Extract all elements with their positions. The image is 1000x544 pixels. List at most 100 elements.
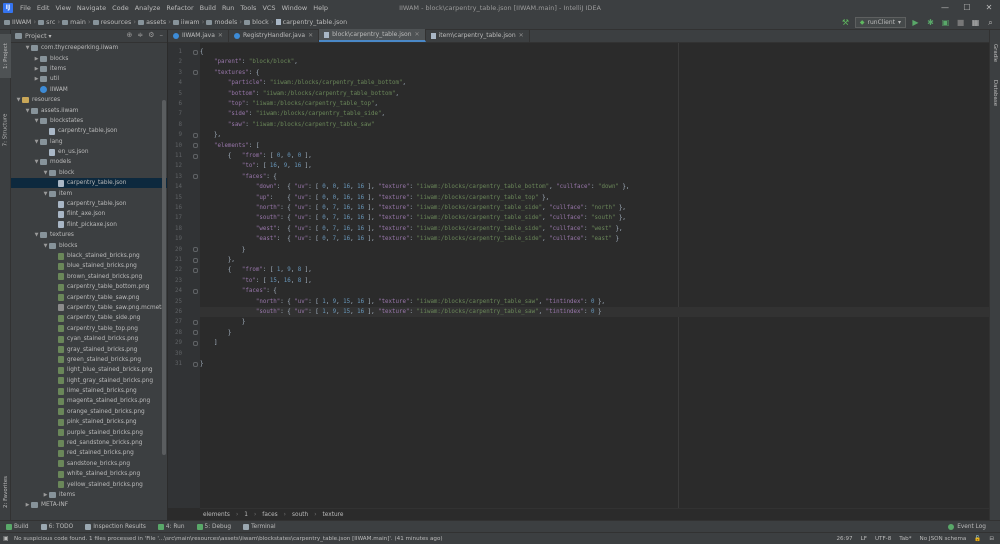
fold-marker-icon[interactable] [193,132,198,138]
caret-position[interactable]: 26:97 [836,536,852,542]
minimize-icon[interactable]: — [934,0,956,15]
tree-item[interactable]: yellow_stained_bricks.png [11,479,167,489]
code-editor[interactable]: { "parent": "block/block", "textures": {… [200,43,989,508]
tree-item[interactable]: ▼ com.thycreeperking.iiwam [11,43,167,53]
tree-item[interactable]: green_stained_bricks.png [11,355,167,365]
tree-item[interactable]: gray_stained_bricks.png [11,344,167,354]
structure-tool-tab[interactable]: 7: Structure [0,108,11,152]
memory-indicator-icon[interactable]: ⊟ [989,536,994,542]
fold-marker-icon[interactable] [193,288,198,294]
tool-window-run[interactable]: 4: Run [152,523,191,530]
fold-marker-icon[interactable] [193,340,198,346]
close-icon[interactable]: ✕ [519,32,524,39]
editor-breadcrumb-item[interactable]: texture [323,512,344,518]
editor-tab[interactable]: block\carpentry_table.json ✕ [319,29,426,42]
breadcrumb-item[interactable]: › assets [131,18,166,26]
tree-item[interactable]: ▼ models [11,157,167,167]
fold-marker-icon[interactable] [193,174,198,180]
editor-tab[interactable]: item\carpentry_table.json ✕ [426,29,530,42]
chevron-down-icon[interactable]: ▼ [42,191,49,197]
debug-icon[interactable]: ✱ [925,17,936,28]
tool-window-terminal[interactable]: Terminal [237,523,282,530]
run-icon[interactable]: ▶ [910,17,921,28]
chevron-right-icon[interactable]: ▶ [33,76,40,82]
tree-item[interactable]: brown_stained_bricks.png [11,272,167,282]
editor-breadcrumb-item[interactable]: faces [262,512,277,518]
hide-icon[interactable]: – [160,31,164,39]
menu-file[interactable]: File [17,4,34,12]
project-structure-icon[interactable]: ▦ [970,17,981,28]
fold-marker-icon[interactable] [193,267,198,273]
collapse-all-icon[interactable]: ≑ [137,31,143,39]
tool-window-inspection-results[interactable]: Inspection Results [79,523,152,530]
tree-item[interactable]: cyan_stained_bricks.png [11,334,167,344]
tree-item[interactable]: orange_stained_bricks.png [11,407,167,417]
chevron-down-icon[interactable]: ▼ [15,97,22,103]
tree-item[interactable]: purple_stained_bricks.png [11,427,167,437]
favorites-tool-tab[interactable]: 2: Favorites [0,470,11,514]
breadcrumb-item[interactable]: › resources [86,18,131,26]
coverage-icon[interactable]: ▣ [940,17,951,28]
fold-marker-icon[interactable] [193,361,198,367]
tree-item[interactable]: flint_pickaxe.json [11,220,167,230]
editor-breadcrumb-item[interactable]: elements [203,512,230,518]
tree-item[interactable]: ▼ assets.iiwam [11,105,167,115]
menu-view[interactable]: View [52,4,73,12]
tree-item[interactable]: IIWAM [11,85,167,95]
close-icon[interactable]: ✕ [218,32,223,39]
breadcrumb-item[interactable]: › iiwam [166,18,199,26]
tree-item[interactable]: carpentry_table_saw.png [11,292,167,302]
chevron-right-icon[interactable]: ▶ [24,502,31,508]
fold-marker-icon[interactable] [193,143,198,149]
tool-window-build[interactable]: Build [0,523,35,530]
tree-item[interactable]: white_stained_bricks.png [11,469,167,479]
tree-item[interactable]: carpentry_table_top.png [11,324,167,334]
close-icon[interactable]: ✕ [415,31,420,38]
tree-item[interactable]: ▶ blocks [11,53,167,63]
chevron-down-icon[interactable]: ▼ [33,118,40,124]
indent-setting[interactable]: Tab* [899,536,911,542]
stop-icon[interactable]: ■ [955,17,966,28]
tree-item[interactable]: pink_stained_bricks.png [11,417,167,427]
fold-marker-icon[interactable] [193,319,198,325]
gradle-tool-tab[interactable]: Gradle [990,38,1000,68]
locate-icon[interactable]: ⊕ [126,31,132,39]
breadcrumb-item[interactable]: › carpentry_table.json [269,18,347,26]
fold-marker-icon[interactable] [193,247,198,253]
lock-icon[interactable]: 🔓 [974,536,981,542]
database-tool-tab[interactable]: Database [990,76,1000,110]
tree-item[interactable]: ▼ lang [11,137,167,147]
tree-item[interactable]: carpentry_table.json [11,199,167,209]
menu-navigate[interactable]: Navigate [74,4,109,12]
editor-breadcrumb-item[interactable]: 1 [244,512,248,518]
menu-tools[interactable]: Tools [237,4,259,12]
gear-icon[interactable]: ⚙ [148,31,154,39]
fold-marker-icon[interactable] [193,257,198,263]
menu-window[interactable]: Window [279,4,311,12]
tree-item[interactable]: black_stained_bricks.png [11,251,167,261]
json-schema-selector[interactable]: No JSON schema [920,536,967,542]
tree-item[interactable]: ▶ META-INF [11,500,167,510]
chevron-down-icon[interactable]: ▼ [42,243,49,249]
chevron-down-icon[interactable]: ▾ [49,33,52,40]
tool-window-debug[interactable]: 5: Debug [191,523,238,530]
breadcrumb-item[interactable]: › main [55,18,86,26]
breadcrumb-item[interactable]: IIWAM [4,18,31,26]
close-icon[interactable]: ✕ [308,32,313,39]
breadcrumb-item[interactable]: › src [31,18,55,26]
tool-window-todo[interactable]: 6: TODO [35,523,80,530]
project-scrollbar[interactable] [162,100,166,455]
project-tool-tab[interactable]: 1: Project [0,34,11,78]
tree-item[interactable]: carpentry_table.json [11,126,167,136]
tree-item[interactable]: carpentry_table_bottom.png [11,282,167,292]
tree-item[interactable]: ▶ items [11,64,167,74]
fold-marker-icon[interactable] [193,49,198,55]
chevron-right-icon[interactable]: ▶ [42,492,49,498]
tree-item[interactable]: ▶ util [11,74,167,84]
tree-item[interactable]: sandstone_bricks.png [11,459,167,469]
breadcrumb-item[interactable]: › block [237,18,269,26]
chevron-down-icon[interactable]: ▼ [24,45,31,51]
chevron-down-icon[interactable]: ▼ [42,170,49,176]
tree-item[interactable]: ▼ blockstates [11,116,167,126]
menu-analyze[interactable]: Analyze [132,4,164,12]
